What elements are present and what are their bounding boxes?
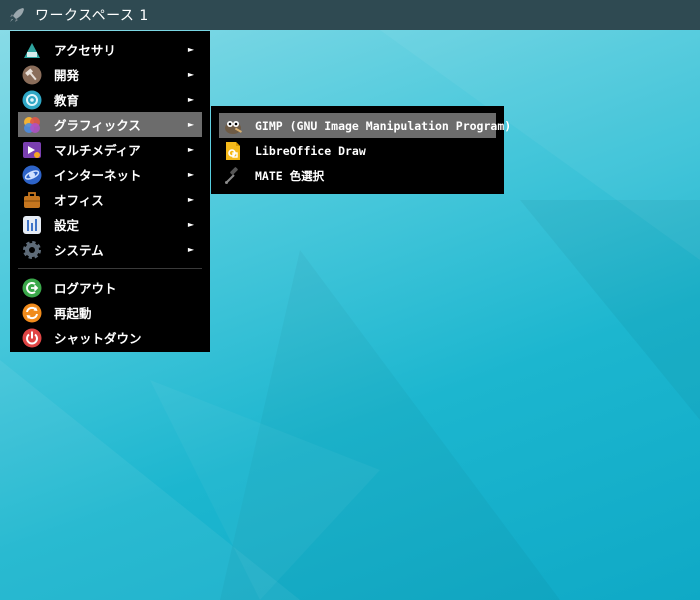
menu-item-label: 設定 <box>54 218 80 233</box>
submenu-arrow-icon: ► <box>187 45 194 54</box>
menu-item-restart[interactable]: 再起動 <box>18 300 202 325</box>
graphics-icon <box>22 115 42 135</box>
libreoffice-draw-icon <box>223 141 243 161</box>
globe-icon <box>22 165 42 185</box>
menu-item-development[interactable]: 開発 ► <box>18 62 202 87</box>
submenu-item-libreoffice-draw[interactable]: LibreOffice Draw <box>219 138 496 163</box>
menu-item-internet[interactable]: インターネット ► <box>18 162 202 187</box>
menu-item-label: 開発 <box>54 68 80 83</box>
hammer-icon <box>22 65 42 85</box>
rocket-icon[interactable] <box>5 3 29 27</box>
submenu-arrow-icon: ► <box>187 145 194 154</box>
gimp-icon <box>223 116 243 136</box>
workspace-label[interactable]: ワークスペース 1 <box>35 5 149 25</box>
menu-item-multimedia[interactable]: マルチメディア ► <box>18 137 202 162</box>
menu-item-logout[interactable]: ログアウト <box>18 275 202 300</box>
menu-item-label: オフィス <box>54 193 104 208</box>
multimedia-icon <box>22 140 42 160</box>
menu-item-settings[interactable]: 設定 ► <box>18 212 202 237</box>
submenu-item-label: GIMP (GNU Image Manipulation Program) <box>255 118 512 133</box>
menu-item-label: アクセサリ <box>54 43 116 58</box>
submenu-arrow-icon: ► <box>187 70 194 79</box>
settings-icon <box>22 215 42 235</box>
power-icon <box>22 328 42 348</box>
menu-item-system[interactable]: システム ► <box>18 237 202 262</box>
menu-item-label: ログアウト <box>54 281 117 296</box>
education-icon <box>22 90 42 110</box>
menu-item-label: システム <box>54 243 104 258</box>
applications-menu: アクセサリ ► 開発 ► 教育 ► グラフィックス ► マルチメディア ► イン… <box>10 31 210 352</box>
menu-item-label: 教育 <box>54 93 80 108</box>
submenu-item-label: LibreOffice Draw <box>255 143 366 158</box>
menu-item-label: マルチメディア <box>54 143 141 158</box>
menu-item-office[interactable]: オフィス ► <box>18 187 202 212</box>
briefcase-icon <box>22 190 42 210</box>
submenu-arrow-icon: ► <box>187 195 194 204</box>
accessories-icon <box>22 40 42 60</box>
graphics-submenu: GIMP (GNU Image Manipulation Program) Li… <box>211 106 511 194</box>
menu-item-label: インターネット <box>54 168 142 183</box>
gear-icon <box>22 240 42 260</box>
menu-item-label: シャットダウン <box>54 331 142 346</box>
menu-item-label: グラフィックス <box>54 118 141 133</box>
menu-item-shutdown[interactable]: シャットダウン <box>18 325 202 350</box>
menu-item-label: 再起動 <box>54 306 92 321</box>
submenu-item-mate-color-select[interactable]: MATE 色選択 <box>219 163 496 188</box>
top-panel: ワークスペース 1 <box>0 0 700 30</box>
logout-icon <box>22 278 42 298</box>
submenu-arrow-icon: ► <box>187 220 194 229</box>
menu-item-graphics[interactable]: グラフィックス ► <box>18 112 202 137</box>
submenu-arrow-icon: ► <box>187 245 194 254</box>
submenu-item-label: MATE 色選択 <box>255 168 325 183</box>
menu-item-accessories[interactable]: アクセサリ ► <box>18 37 202 62</box>
submenu-item-gimp[interactable]: GIMP (GNU Image Manipulation Program) <box>219 113 511 138</box>
menu-separator <box>18 268 202 269</box>
submenu-arrow-icon: ► <box>187 170 194 179</box>
menu-item-education[interactable]: 教育 ► <box>18 87 202 112</box>
submenu-arrow-icon: ► <box>187 120 194 129</box>
restart-icon <box>22 303 42 323</box>
submenu-arrow-icon: ► <box>187 95 194 104</box>
color-picker-icon <box>223 166 243 186</box>
